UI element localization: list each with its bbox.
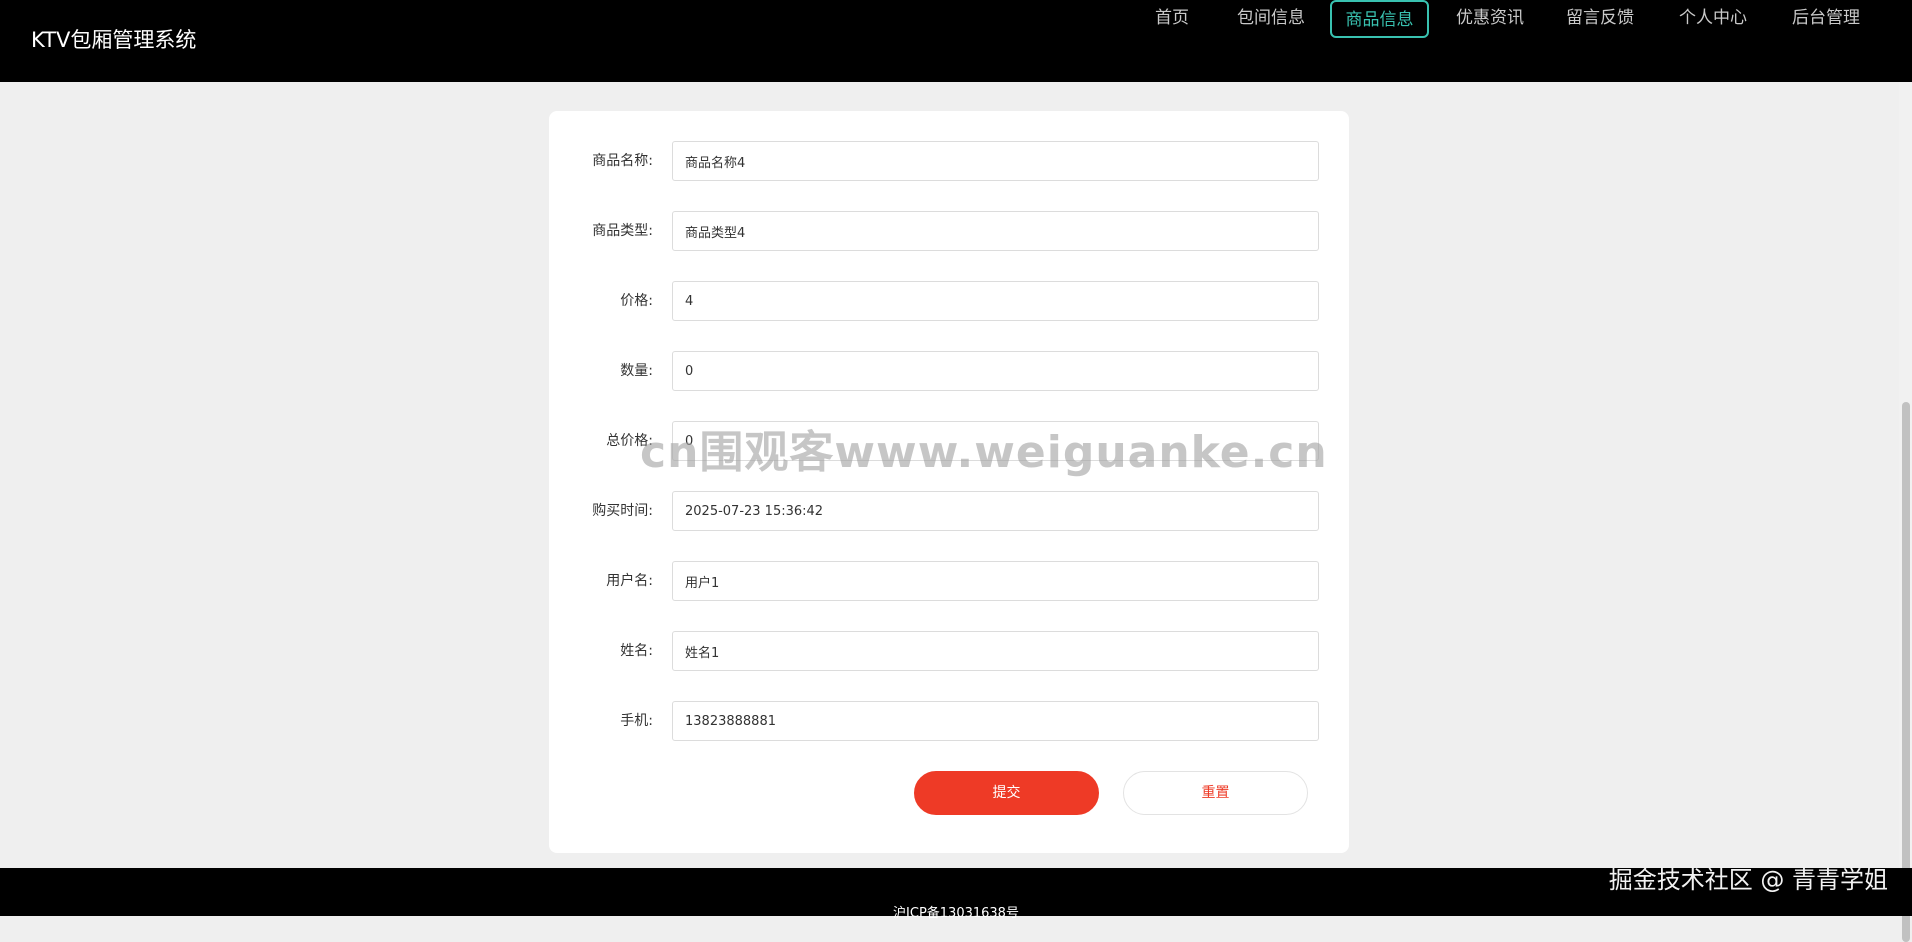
top-navbar: KTV包厢管理系统 首页 包间信息 商品信息 优惠资讯 留言反馈 个人中心 后台… bbox=[0, 0, 1912, 82]
reset-button[interactable]: 重置 bbox=[1123, 771, 1308, 815]
form-row-phone: 手机: bbox=[549, 701, 1349, 741]
name-input[interactable] bbox=[672, 631, 1319, 671]
product-name-label: 商品名称: bbox=[592, 153, 653, 169]
form-row-quantity: 数量: bbox=[549, 351, 1349, 391]
community-watermark: 掘金技术社区 @ 青青学姐 bbox=[1608, 866, 1888, 894]
form-row-username: 用户名: bbox=[549, 561, 1349, 601]
order-form-card: 商品名称: 商品类型: 价格: 数量: 总价格: 购买时间: 用户名: 姓名: … bbox=[549, 111, 1349, 853]
total-price-label: 总价格: bbox=[606, 433, 653, 449]
submit-button[interactable]: 提交 bbox=[914, 771, 1099, 815]
purchase-time-label: 购买时间: bbox=[592, 503, 653, 519]
form-row-purchase-time: 购买时间: bbox=[549, 491, 1349, 531]
nav-home[interactable]: 首页 bbox=[1154, 0, 1190, 38]
nav-admin[interactable]: 后台管理 bbox=[1791, 0, 1861, 38]
icp-record[interactable]: 沪ICP备13031638号 bbox=[0, 902, 1912, 921]
name-label: 姓名: bbox=[620, 643, 653, 659]
username-label: 用户名: bbox=[606, 573, 653, 589]
price-label: 价格: bbox=[620, 293, 653, 309]
nav-profile[interactable]: 个人中心 bbox=[1679, 0, 1747, 38]
form-row-product-name: 商品名称: bbox=[549, 141, 1349, 181]
scrollbar-thumb[interactable] bbox=[1902, 402, 1910, 942]
form-row-name: 姓名: bbox=[549, 631, 1349, 671]
product-type-input[interactable] bbox=[672, 211, 1319, 251]
product-type-label: 商品类型: bbox=[592, 223, 653, 239]
purchase-time-input[interactable] bbox=[672, 491, 1319, 531]
phone-input[interactable] bbox=[672, 701, 1319, 741]
page-scrollbar[interactable] bbox=[1899, 82, 1912, 942]
product-name-input[interactable] bbox=[672, 141, 1319, 181]
form-row-price: 价格: bbox=[549, 281, 1349, 321]
form-row-product-type: 商品类型: bbox=[549, 211, 1349, 251]
quantity-label: 数量: bbox=[620, 363, 653, 379]
nav-feedback[interactable]: 留言反馈 bbox=[1566, 0, 1634, 38]
site-title[interactable]: KTV包厢管理系统 bbox=[31, 26, 196, 54]
username-input[interactable] bbox=[672, 561, 1319, 601]
price-input[interactable] bbox=[672, 281, 1319, 321]
watermark-text: cn围观客www.weiguanke.cn bbox=[640, 427, 1328, 478]
nav-rooms[interactable]: 包间信息 bbox=[1237, 0, 1305, 38]
nav-products[interactable]: 商品信息 bbox=[1330, 0, 1429, 38]
phone-label: 手机: bbox=[620, 713, 653, 729]
quantity-input[interactable] bbox=[672, 351, 1319, 391]
nav-promotions[interactable]: 优惠资讯 bbox=[1456, 0, 1524, 38]
